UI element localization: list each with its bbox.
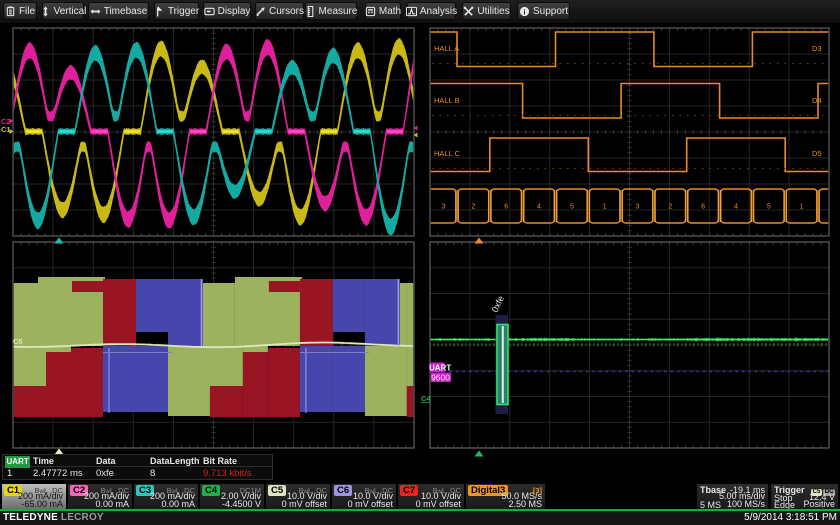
svg-text:C4: C4 xyxy=(421,394,431,403)
svg-text:0xfe: 0xfe xyxy=(490,294,506,314)
svg-text:4: 4 xyxy=(734,204,738,211)
svg-text:2: 2 xyxy=(471,204,475,211)
svg-text:D3: D3 xyxy=(812,44,822,53)
svg-text:HALL B: HALL B xyxy=(434,96,460,105)
svg-text:9600: 9600 xyxy=(431,373,450,383)
svg-text:1: 1 xyxy=(800,204,804,211)
svg-text:1: 1 xyxy=(603,204,607,211)
svg-text:C1: C1 xyxy=(1,125,11,134)
svg-text:3: 3 xyxy=(442,204,446,211)
svg-text:6: 6 xyxy=(701,204,705,211)
svg-text:UART: UART xyxy=(429,364,451,373)
svg-text:HALL A: HALL A xyxy=(434,44,459,53)
svg-text:3: 3 xyxy=(636,204,640,211)
svg-text:5: 5 xyxy=(767,204,771,211)
svg-text:2: 2 xyxy=(668,204,672,211)
svg-text:4: 4 xyxy=(537,204,541,211)
svg-text:D4: D4 xyxy=(812,96,822,105)
svg-text:D5: D5 xyxy=(812,149,822,158)
svg-text:5: 5 xyxy=(570,204,574,211)
svg-text:C5: C5 xyxy=(13,337,23,346)
svg-text:6: 6 xyxy=(504,204,508,211)
svg-text:HALL C: HALL C xyxy=(434,149,461,158)
